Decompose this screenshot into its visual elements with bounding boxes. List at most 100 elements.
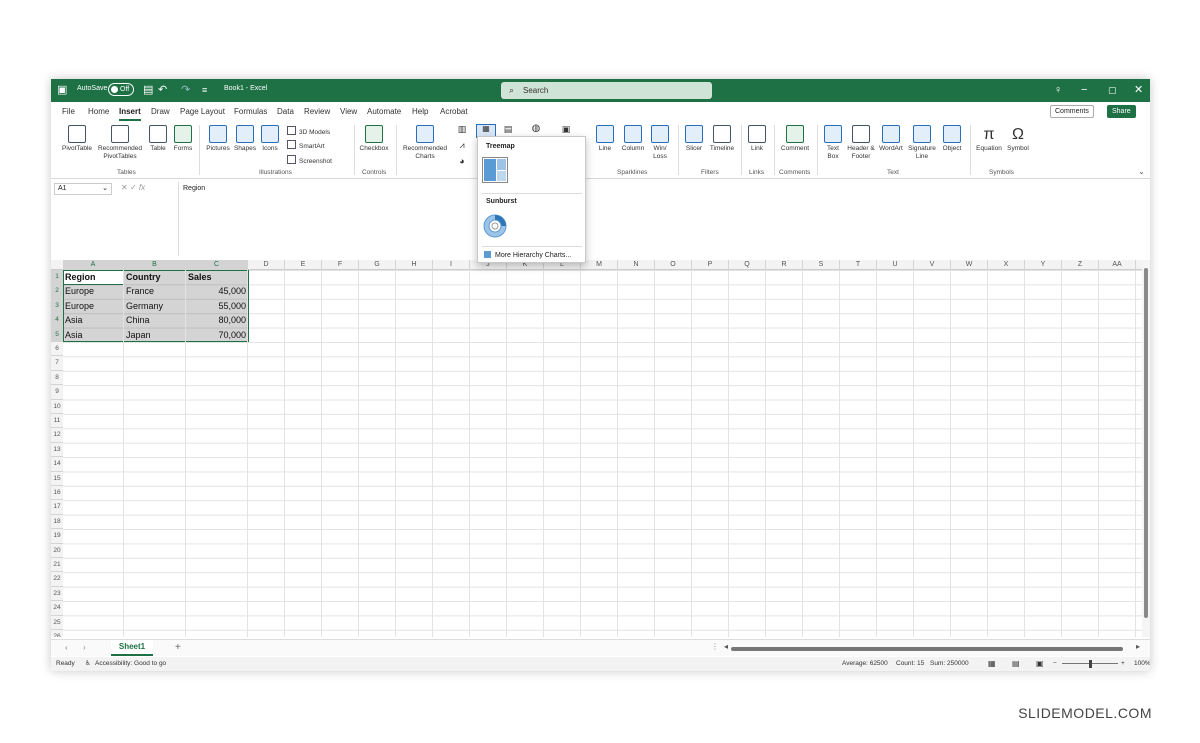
tab-acrobat[interactable]: Acrobat <box>440 107 468 116</box>
header-footer-button[interactable]: Header & Footer <box>847 125 875 161</box>
row-header[interactable]: 26 <box>51 630 63 637</box>
statistic-chart-icon[interactable]: ▤ <box>499 125 517 134</box>
row-header[interactable]: 1 <box>51 270 63 285</box>
column-header[interactable]: U <box>877 260 914 270</box>
column-header[interactable]: T <box>840 260 877 270</box>
tab-file[interactable]: File <box>62 107 75 116</box>
row-header[interactable]: 22 <box>51 572 63 587</box>
line-chart-icon[interactable]: ⩘ <box>453 141 471 150</box>
comment-button[interactable]: Comment <box>778 125 812 153</box>
more-options-icon[interactable]: ⋮ <box>711 642 719 651</box>
3d-models-button[interactable]: 3D Models <box>287 126 330 137</box>
slicer-button[interactable]: Slicer <box>682 125 706 153</box>
collapse-ribbon-icon[interactable]: ⌄ <box>1138 167 1145 176</box>
column-header[interactable]: W <box>951 260 988 270</box>
column-header[interactable]: E <box>285 260 322 270</box>
column-header[interactable]: P <box>692 260 729 270</box>
table-cell[interactable]: 45,000 <box>186 284 248 298</box>
column-chart-icon[interactable]: ▥ <box>453 125 471 134</box>
row-header[interactable]: 8 <box>51 370 63 386</box>
scroll-left-icon[interactable]: ◂ <box>724 642 728 651</box>
save-icon[interactable]: ▤ <box>143 83 153 97</box>
row-header[interactable]: 17 <box>51 500 63 515</box>
icons-button[interactable]: Icons <box>259 125 281 153</box>
row-header[interactable]: 14 <box>51 457 63 472</box>
column-header[interactable]: C <box>186 260 248 270</box>
tab-draw[interactable]: Draw <box>151 107 170 116</box>
row-header[interactable]: 7 <box>51 356 63 371</box>
row-header[interactable]: 25 <box>51 615 63 630</box>
normal-view-icon[interactable]: ▦ <box>988 657 996 671</box>
row-header[interactable]: 10 <box>51 399 63 414</box>
tab-insert[interactable]: Insert <box>119 107 141 121</box>
winloss-sparkline-button[interactable]: Win/ Loss <box>649 125 671 161</box>
column-sparkline-button[interactable]: Column <box>618 125 648 153</box>
horizontal-scrollbar[interactable] <box>731 647 1123 651</box>
row-header[interactable]: 24 <box>51 601 63 616</box>
object-button[interactable]: Object <box>939 125 965 153</box>
close-icon[interactable]: ✕ <box>1134 83 1143 97</box>
accessibility-status[interactable]: Accessibility: Good to go <box>95 657 166 671</box>
autosave-toggle[interactable]: Off <box>108 83 134 96</box>
sunburst-chart-option[interactable] <box>482 213 508 239</box>
row-header[interactable]: 3 <box>51 298 63 314</box>
row-header[interactable]: 5 <box>51 327 63 342</box>
forms-button[interactable]: Forms <box>171 125 195 153</box>
customize-toolbar-icon[interactable]: ≡ <box>202 83 207 97</box>
row-header[interactable]: 19 <box>51 529 63 544</box>
table-cell[interactable]: 70,000 <box>186 328 248 342</box>
tab-page-layout[interactable]: Page Layout <box>180 107 225 116</box>
next-sheet-icon[interactable]: › <box>83 643 86 652</box>
row-header[interactable]: 16 <box>51 486 63 501</box>
shapes-button[interactable]: Shapes <box>233 125 257 153</box>
fx-icon[interactable]: fx <box>139 183 145 192</box>
signature-line-button[interactable]: Signature Line <box>907 125 937 161</box>
worksheet[interactable]: A B C D E F G H I J K L M N O P Q R S T U V W X Y Z AA 1 2 3 4 5 6 7 8 9 10… <box>51 260 1150 637</box>
wordart-button[interactable]: WordArt <box>877 125 905 153</box>
table-header-cell[interactable]: Country <box>124 270 186 284</box>
row-header[interactable]: 18 <box>51 514 63 530</box>
row-header[interactable]: 15 <box>51 471 63 486</box>
line-sparkline-button[interactable]: Line <box>594 125 616 153</box>
column-header[interactable]: Z <box>1062 260 1099 270</box>
table-cell[interactable]: 55,000 <box>186 299 248 313</box>
tab-automate[interactable]: Automate <box>367 107 401 116</box>
row-header[interactable]: 6 <box>51 342 63 357</box>
pie-chart-icon[interactable]: ◕ <box>453 157 471 166</box>
vertical-scrollbar[interactable] <box>1142 260 1150 637</box>
zoom-in-icon[interactable]: + <box>1121 657 1125 671</box>
row-header[interactable]: 11 <box>51 414 63 429</box>
textbox-button[interactable]: Text Box <box>821 125 845 161</box>
enter-icon[interactable]: ✓ <box>130 183 137 192</box>
tab-review[interactable]: Review <box>304 107 330 116</box>
column-header[interactable]: G <box>359 260 396 270</box>
cancel-icon[interactable]: ✕ <box>121 183 128 192</box>
column-header[interactable]: S <box>803 260 840 270</box>
row-header[interactable]: 21 <box>51 558 63 573</box>
pivotchart-icon[interactable]: ▣ <box>557 125 575 134</box>
share-button[interactable]: Share <box>1107 105 1136 118</box>
table-cell[interactable]: Asia <box>63 313 124 327</box>
screenshot-button[interactable]: Screenshot <box>287 155 332 166</box>
tab-help[interactable]: Help <box>412 107 428 116</box>
search-input[interactable]: ⌕ Search <box>501 82 712 99</box>
column-header[interactable]: B <box>124 260 186 270</box>
table-cell[interactable]: Europe <box>63 284 124 298</box>
column-header[interactable]: F <box>322 260 359 270</box>
column-header[interactable]: R <box>766 260 803 270</box>
table-cell[interactable]: China <box>124 313 186 327</box>
tab-home[interactable]: Home <box>88 107 109 116</box>
redo-icon[interactable]: ↷ <box>181 83 190 97</box>
link-button[interactable]: Link <box>745 125 769 153</box>
tab-formulas[interactable]: Formulas <box>234 107 267 116</box>
scroll-right-icon[interactable]: ▸ <box>1136 642 1140 651</box>
restore-icon[interactable]: ▢ <box>1108 83 1117 97</box>
column-header[interactable]: X <box>988 260 1025 270</box>
recommended-charts-button[interactable]: Recommended Charts <box>400 125 450 161</box>
formula-input[interactable]: Region <box>178 182 1150 256</box>
undo-icon[interactable]: ↶ <box>158 83 167 97</box>
zoom-slider-thumb[interactable] <box>1089 660 1092 668</box>
tab-view[interactable]: View <box>340 107 357 116</box>
row-header[interactable]: 4 <box>51 313 63 328</box>
pictures-button[interactable]: Pictures <box>203 125 233 153</box>
